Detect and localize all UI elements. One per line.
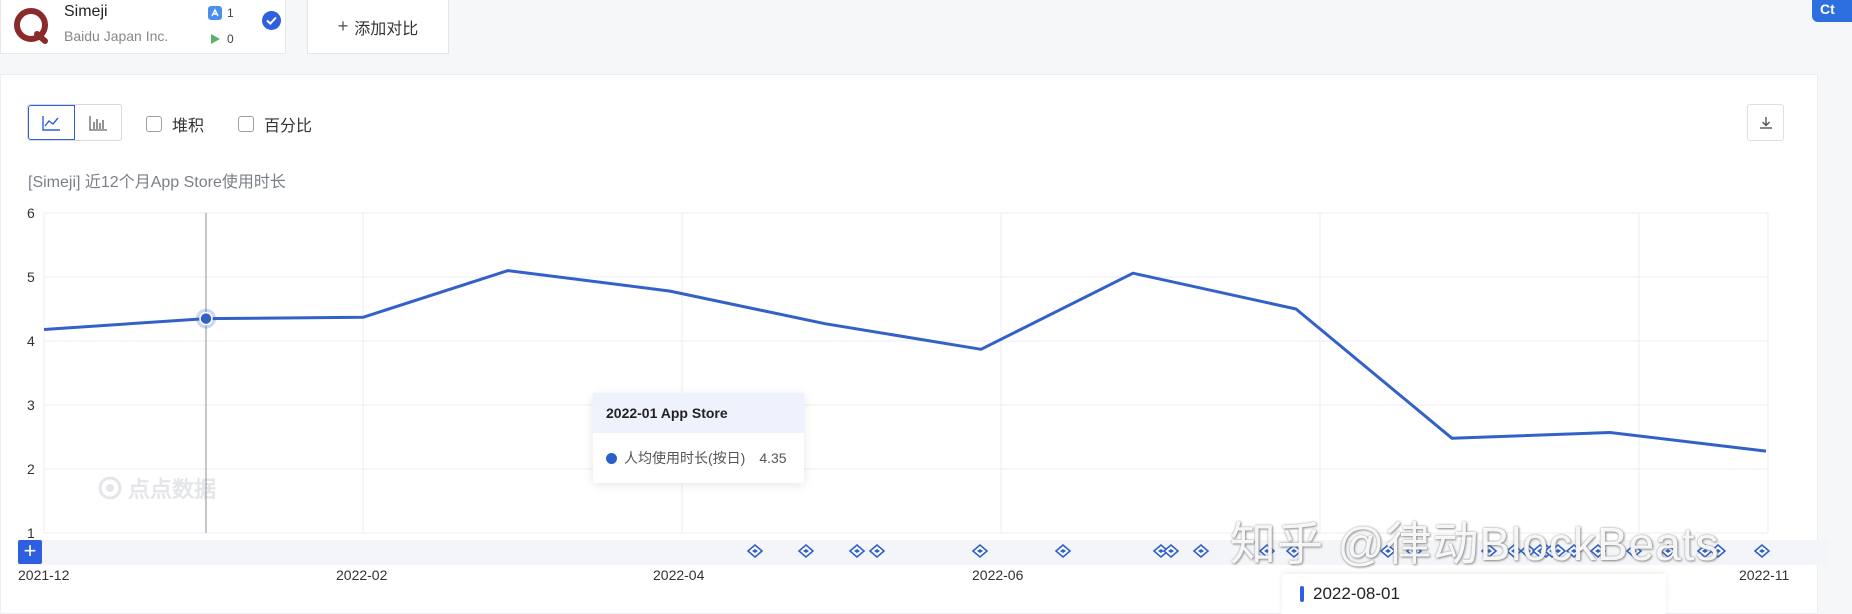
event-marker-icon[interactable] — [1753, 543, 1771, 559]
x-tick-label: 2022-04 — [653, 567, 705, 583]
app-logo-icon — [8, 3, 54, 49]
x-tick-label: 2022-06 — [972, 567, 1024, 583]
event-marker-icon[interactable] — [868, 543, 886, 559]
selected-check-icon[interactable] — [262, 11, 281, 35]
y-tick-label: 2 — [27, 461, 35, 477]
app-developer: Baidu Japan Inc. — [64, 28, 169, 44]
event-marker-icon[interactable] — [1054, 543, 1072, 559]
line-chart-icon — [42, 115, 61, 131]
date-popup-label: 2022-08-01 — [1313, 584, 1400, 603]
y-tick-label: 6 — [27, 205, 35, 221]
y-tick-label: 4 — [27, 333, 35, 349]
stack-checkbox-box[interactable] — [146, 116, 162, 132]
stack-label: 堆积 — [172, 118, 205, 135]
chart-title: [Simeji] 近12个月App Store使用时长 — [28, 174, 286, 191]
googleplay-icon — [211, 34, 220, 44]
tooltip-row: 人均使用时长(按日) 4.35 — [593, 433, 804, 483]
event-marker-icon[interactable] — [797, 543, 815, 559]
date-popup-marker — [1300, 586, 1304, 602]
tooltip-value: 4.35 — [759, 450, 787, 466]
stack-checkbox[interactable]: 堆积 — [146, 112, 204, 136]
download-icon — [1759, 116, 1772, 129]
plus-icon: + — [337, 16, 349, 36]
store-badges: 1 0 — [208, 0, 234, 52]
y-tick-label: 5 — [27, 269, 35, 285]
bar-chart-icon — [89, 115, 107, 131]
event-marker-icon[interactable] — [746, 543, 764, 559]
chart-tooltip: 2022-01 App Store 人均使用时长(按日) 4.35 — [593, 393, 804, 483]
tooltip-series-label: 人均使用时长(按日) — [624, 450, 746, 466]
tooltip-title: 2022-01 App Store — [593, 393, 804, 433]
add-compare-button[interactable]: + 添加对比 — [307, 0, 449, 54]
x-tick-label: 2021-12 — [18, 567, 70, 583]
series-dot — [606, 452, 617, 464]
percent-label: 百分比 — [264, 118, 313, 135]
bar-chart-button[interactable] — [75, 105, 121, 140]
appstore-icon — [208, 6, 222, 20]
event-marker-icon[interactable] — [971, 543, 989, 559]
appstore-count: 1 — [227, 6, 234, 20]
add-compare-label: 添加对比 — [354, 20, 419, 38]
series-line — [43, 269, 1767, 453]
app-name: Simeji — [64, 3, 108, 20]
x-tick-label: 2022-11 — [1739, 567, 1790, 583]
chart-type-toggle — [27, 104, 122, 141]
line-chart-button[interactable] — [28, 105, 75, 140]
googleplay-count: 0 — [227, 32, 234, 46]
date-popup: 2022-08-01 — [1282, 574, 1666, 614]
event-marker-icon[interactable] — [848, 543, 866, 559]
event-marker-icon[interactable] — [1192, 543, 1210, 559]
zhihu-watermark: 知乎 @律动BlockBeats — [1230, 518, 1720, 570]
percent-checkbox[interactable]: 百分比 — [238, 112, 312, 136]
download-button[interactable] — [1747, 104, 1784, 141]
corner-action-button[interactable]: Ct — [1812, 0, 1852, 22]
event-marker-icon[interactable] — [1162, 543, 1180, 559]
percent-checkbox-box[interactable] — [238, 116, 254, 132]
highlight-point — [199, 311, 213, 326]
y-tick-label: 3 — [27, 397, 35, 413]
x-tick-label: 2022-02 — [336, 567, 388, 583]
